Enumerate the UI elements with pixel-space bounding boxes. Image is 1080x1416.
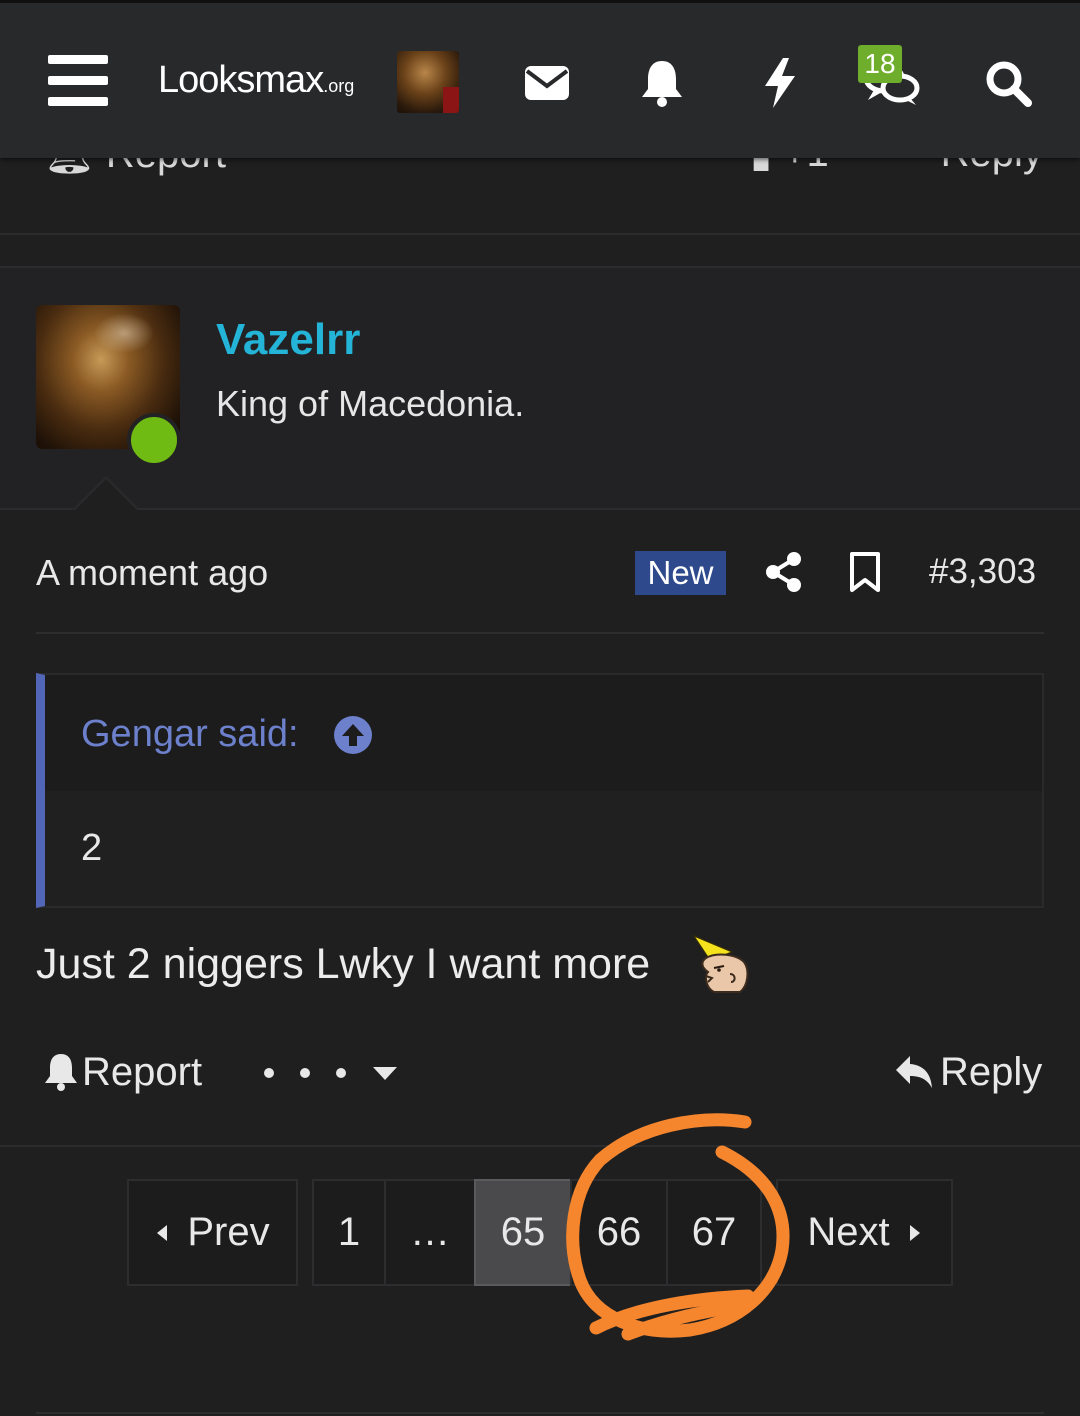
conversations-badge: 18: [858, 45, 902, 83]
post-timestamp[interactable]: A moment ago: [36, 552, 268, 594]
divider: [36, 632, 1044, 634]
bolt-icon[interactable]: [750, 53, 810, 113]
pagination-prev-button[interactable]: Prev: [127, 1179, 298, 1286]
pagination-next-button[interactable]: Next: [776, 1179, 953, 1286]
new-badge: New: [635, 551, 726, 595]
caret-down-icon: [373, 1067, 397, 1080]
bell-icon: [45, 1054, 77, 1091]
search-icon[interactable]: [978, 53, 1038, 113]
caret-left-icon: [157, 1224, 168, 1241]
quote-block: Gengar said: 2: [36, 673, 1044, 908]
reply-icon: [896, 1056, 932, 1088]
chad-emoji: [692, 932, 754, 994]
site-logo[interactable]: Looksmax.org: [158, 59, 354, 102]
share-icon[interactable]: [764, 550, 804, 594]
pagination-page-1[interactable]: 1: [312, 1179, 386, 1286]
quote-content: 2: [45, 791, 1042, 906]
quote-author[interactable]: Gengar said:: [81, 713, 299, 756]
quote-text: 2: [81, 827, 103, 869]
bookmark-icon[interactable]: [848, 550, 882, 594]
thread-page: 🔔︎ Report ▮ +1 ↶ Reply Looksmax.org 18: [0, 0, 1080, 1416]
online-status-indicator: [127, 413, 181, 467]
caret-right-icon: [909, 1224, 920, 1241]
pagination-page-66[interactable]: 66: [570, 1179, 668, 1286]
pagination-page-67[interactable]: 67: [666, 1179, 762, 1286]
arrow-up-circle-icon[interactable]: [333, 715, 373, 755]
user-title: King of Macedonia.: [216, 383, 525, 424]
post-user-block: Vazelrr King of Macedonia.: [0, 268, 1080, 510]
post-number-link[interactable]: #3,303: [929, 552, 1036, 592]
envelope-icon[interactable]: [517, 53, 577, 113]
reply-button[interactable]: Reply: [894, 1048, 1042, 1096]
top-navbar: Looksmax.org 18: [0, 0, 1080, 158]
more-options-menu[interactable]: [264, 1056, 398, 1090]
menu-icon[interactable]: [48, 55, 108, 107]
divider: [0, 508, 1080, 510]
header-avatar[interactable]: [397, 51, 459, 113]
pagination-ellipsis[interactable]: …: [384, 1179, 476, 1286]
report-button[interactable]: Report: [44, 1048, 202, 1096]
quote-header: Gengar said:: [45, 675, 1042, 791]
username-link[interactable]: Vazelrr: [216, 315, 360, 365]
bell-icon[interactable]: [632, 53, 692, 113]
divider: [0, 1145, 1080, 1147]
divider: [36, 1412, 1044, 1414]
pagination-page-current[interactable]: 65: [474, 1179, 572, 1286]
post-message: Just 2 niggers Lwky I want more: [36, 940, 651, 988]
divider: [0, 233, 1080, 235]
